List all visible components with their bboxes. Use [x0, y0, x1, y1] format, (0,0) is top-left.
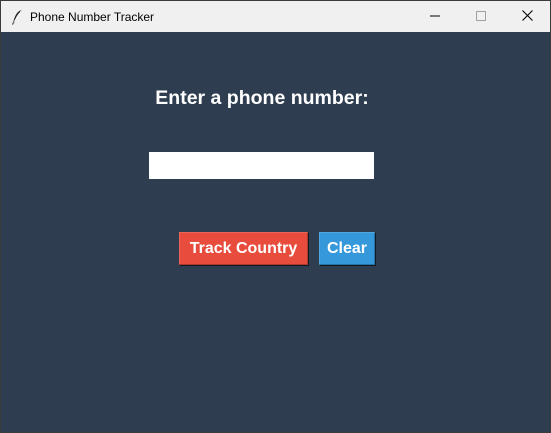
window-controls	[412, 1, 550, 32]
phone-number-input[interactable]	[149, 152, 374, 179]
track-country-button[interactable]: Track Country	[179, 232, 308, 265]
close-icon	[521, 8, 533, 26]
app-window: Phone Number Tracker Enter a phone numbe…	[0, 0, 551, 433]
feather-icon	[10, 9, 24, 25]
maximize-button[interactable]	[458, 1, 504, 32]
phone-prompt-label: Enter a phone number:	[155, 87, 369, 109]
main-panel: Enter a phone number: Track Country Clea…	[1, 32, 550, 432]
clear-button[interactable]: Clear	[319, 232, 375, 265]
title-bar[interactable]: Phone Number Tracker	[1, 1, 550, 32]
minimize-button[interactable]	[412, 1, 458, 32]
maximize-icon	[476, 8, 486, 26]
close-button[interactable]	[504, 1, 550, 32]
window-title: Phone Number Tracker	[30, 9, 155, 24]
minimize-icon	[430, 8, 440, 26]
